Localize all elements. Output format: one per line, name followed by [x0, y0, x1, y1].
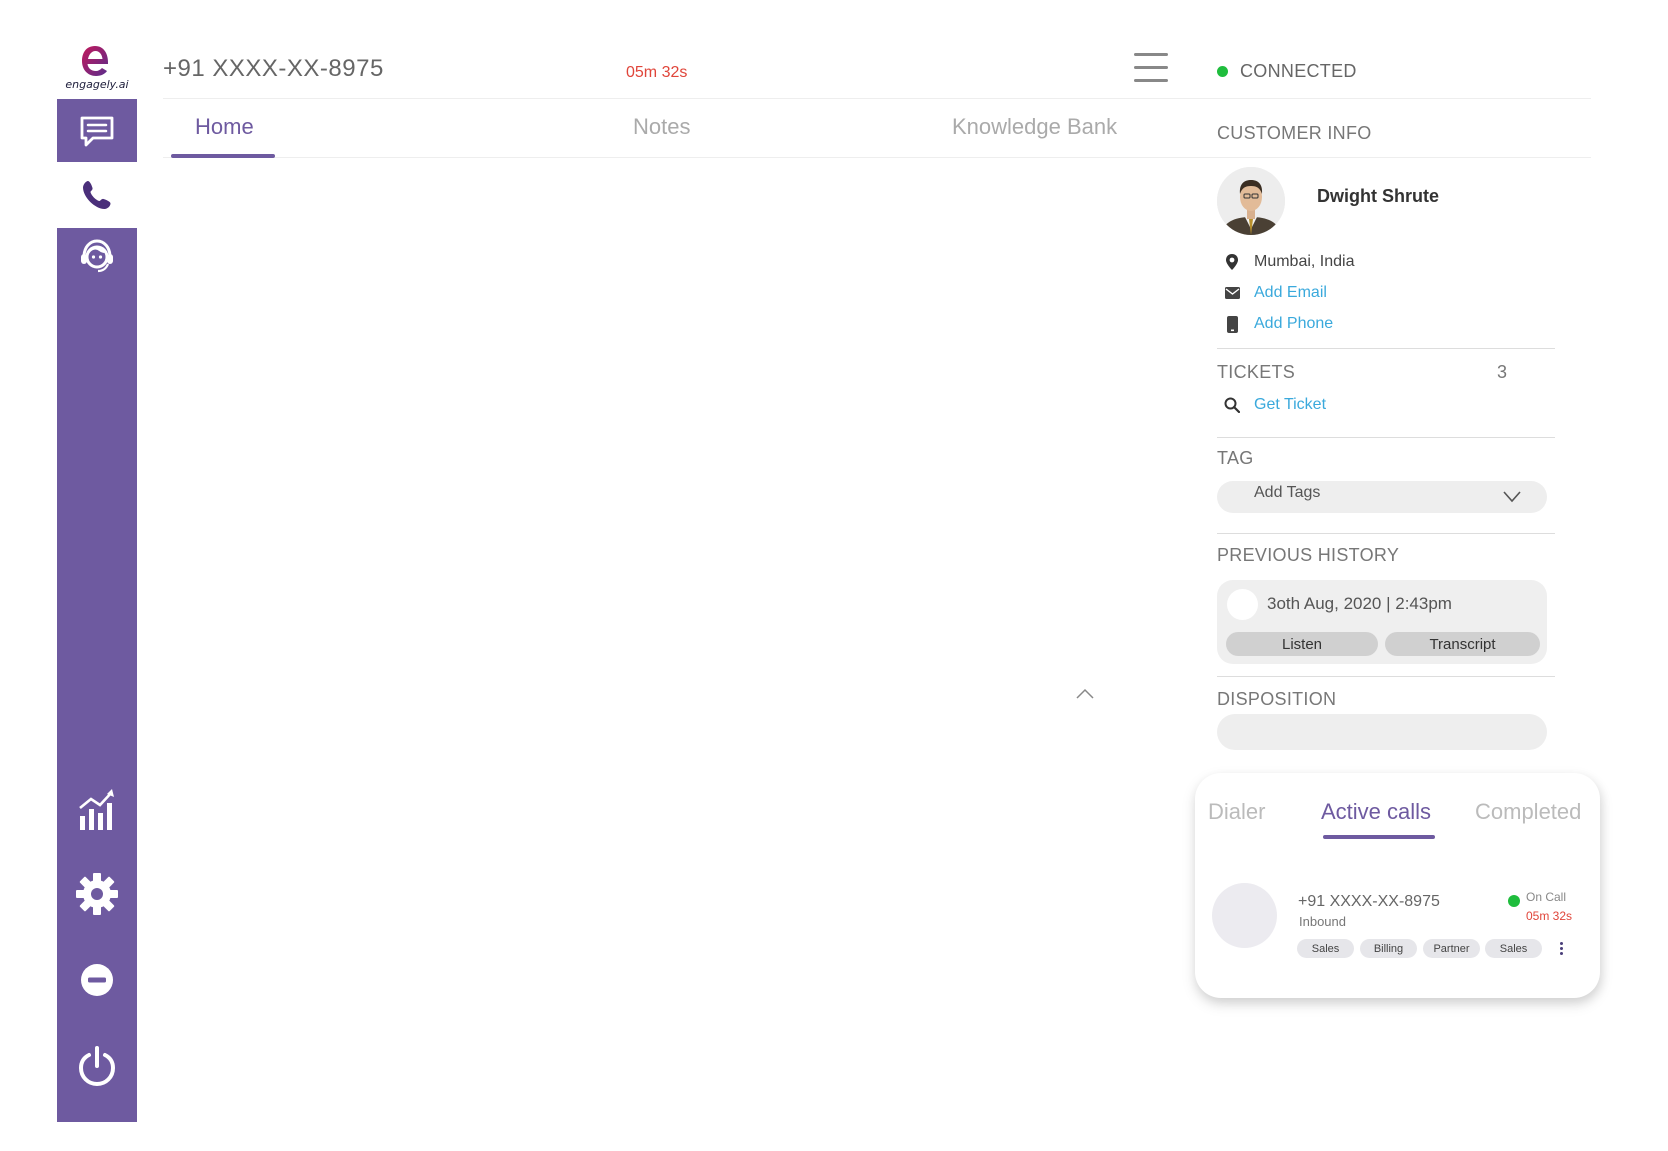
disposition-field[interactable] [1217, 714, 1547, 750]
calls-panel: Dialer Active calls Completed +91 XXXX-X… [1195, 773, 1600, 998]
tab-home-underline [171, 154, 275, 158]
tab-active-calls[interactable]: Active calls [1321, 799, 1431, 825]
customer-info-title: CUSTOMER INFO [1217, 123, 1372, 143]
connection-status: CONNECTED [1240, 61, 1357, 81]
add-email-row[interactable]: Add Email [1224, 282, 1327, 304]
get-ticket-link[interactable]: Get Ticket [1254, 396, 1326, 414]
hamburger-menu-icon[interactable] [1134, 53, 1168, 83]
tab-completed[interactable]: Completed [1475, 799, 1581, 825]
history-datetime: 3oth Aug, 2020 | 2:43pm [1267, 594, 1452, 613]
phone-icon [83, 181, 111, 209]
sidebar-item-logout[interactable] [57, 1033, 137, 1099]
on-call-status: On Call [1526, 890, 1567, 904]
avatar [1217, 167, 1285, 235]
section-divider [1217, 348, 1555, 349]
more-options-icon[interactable] [1560, 942, 1564, 956]
mobile-phone-icon [1224, 315, 1240, 333]
sidebar [57, 99, 137, 1122]
previous-history-title: PREVIOUS HISTORY [1217, 545, 1400, 565]
call-tag-chip: Billing [1360, 939, 1417, 958]
transcript-button[interactable]: Transcript [1385, 632, 1540, 656]
chat-icon [80, 116, 114, 147]
tab-home[interactable]: Home [195, 114, 254, 140]
history-avatar [1227, 589, 1258, 620]
caller-avatar [1212, 883, 1277, 948]
tab-active-calls-underline [1323, 835, 1435, 839]
envelope-icon [1224, 285, 1240, 301]
add-email-link[interactable]: Add Email [1254, 284, 1327, 302]
section-divider [1217, 676, 1555, 677]
customer-name: Dwight Shrute [1317, 186, 1439, 206]
sidebar-item-agent[interactable] [57, 223, 137, 289]
sidebar-item-dnd[interactable] [57, 947, 137, 1013]
section-divider [1217, 533, 1555, 534]
engagely-logo: engagely.ai [57, 40, 137, 98]
get-ticket-row[interactable]: Get Ticket [1224, 394, 1326, 416]
tab-knowledge-bank[interactable]: Knowledge Bank [952, 114, 1117, 140]
analytics-icon [79, 789, 114, 830]
power-icon [78, 1046, 116, 1087]
tab-dialer[interactable]: Dialer [1208, 799, 1265, 825]
section-divider [1217, 437, 1555, 438]
add-tags-placeholder: Add Tags [1254, 484, 1321, 501]
add-phone-link[interactable]: Add Phone [1254, 315, 1333, 333]
add-phone-row[interactable]: Add Phone [1224, 313, 1333, 335]
location-pin-icon [1224, 254, 1240, 270]
call-tag-chip: Sales [1485, 939, 1542, 958]
tabs-divider [163, 157, 1591, 158]
do-not-disturb-icon [81, 964, 113, 996]
chevron-down-icon [1503, 491, 1521, 503]
disposition-title: DISPOSITION [1217, 689, 1337, 709]
listen-button[interactable]: Listen [1226, 632, 1378, 656]
add-tags-dropdown[interactable]: Add Tags [1217, 481, 1547, 513]
call-timer: 05m 32s [626, 64, 688, 81]
tickets-count: 3 [1497, 362, 1508, 382]
tag-title: TAG [1217, 448, 1254, 468]
customer-location: Mumbai, India [1254, 253, 1355, 270]
call-tag-chip: Sales [1297, 939, 1354, 958]
chevron-up-icon[interactable] [1075, 686, 1095, 700]
active-call-timer: 05m 32s [1526, 909, 1573, 923]
agent-headset-icon [81, 239, 113, 273]
active-call-number[interactable]: +91 XXXX-XX-8975 [1298, 893, 1440, 911]
caller-phone-number: +91 XXXX-XX-8975 [163, 55, 384, 82]
search-icon [1224, 397, 1240, 413]
sidebar-item-chat[interactable] [57, 99, 137, 165]
connection-status-dot [1217, 66, 1228, 77]
customer-location-row: Mumbai, India [1224, 251, 1355, 273]
tickets-title: TICKETS [1217, 362, 1296, 382]
logo-text: engagely.ai [65, 78, 129, 91]
header-divider [163, 98, 1591, 99]
call-tag-chip: Partner [1423, 939, 1480, 958]
on-call-status-dot [1508, 895, 1520, 907]
active-call-direction: Inbound [1299, 914, 1346, 929]
engagely-logo-mark [82, 46, 109, 76]
sidebar-item-settings[interactable] [57, 861, 137, 927]
tab-notes[interactable]: Notes [633, 114, 690, 140]
gear-icon [76, 873, 118, 915]
sidebar-item-calls[interactable] [57, 162, 137, 228]
sidebar-item-analytics[interactable] [57, 777, 137, 843]
history-card: 3oth Aug, 2020 | 2:43pm Listen Transcrip… [1217, 580, 1547, 664]
